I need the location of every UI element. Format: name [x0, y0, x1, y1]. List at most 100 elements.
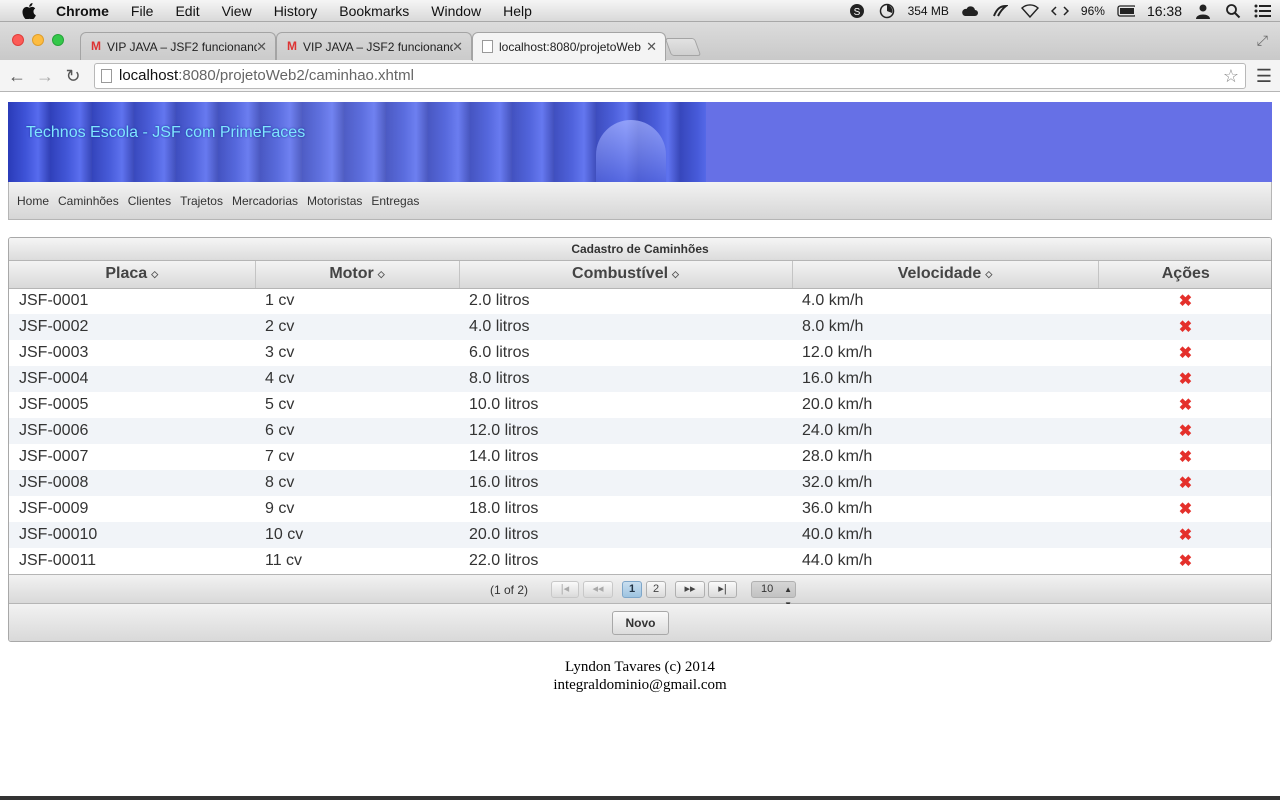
prev-page-button[interactable]: ◂◂	[583, 581, 613, 598]
column-header-placa[interactable]: Placa ◇	[9, 261, 256, 289]
sort-icon[interactable]: ◇	[985, 269, 992, 279]
nav-clientes[interactable]: Clientes	[128, 194, 171, 208]
menu-app-name[interactable]: Chrome	[56, 3, 109, 19]
macos-menu-bar: Chrome File Edit View History Bookmarks …	[0, 0, 1280, 22]
menu-bookmarks[interactable]: Bookmarks	[339, 3, 409, 19]
column-header-combustivel[interactable]: Combustível ◇	[459, 261, 793, 289]
delete-icon[interactable]: ✖	[1098, 288, 1271, 314]
delete-icon[interactable]: ✖	[1098, 496, 1271, 522]
delete-icon[interactable]: ✖	[1098, 392, 1271, 418]
cell-combustivel: 16.0 litros	[459, 470, 792, 496]
back-arrow-icon[interactable]: ←	[6, 65, 28, 87]
menu-history[interactable]: History	[274, 3, 318, 19]
column-header-velocidade[interactable]: Velocidade ◇	[792, 261, 1099, 289]
table-row[interactable]: JSF-0008 8 cv 16.0 litros 32.0 km/h ✖	[9, 470, 1271, 496]
cell-placa: JSF-00011	[9, 548, 255, 574]
table-row[interactable]: JSF-0001 1 cv 2.0 litros 4.0 km/h ✖	[9, 288, 1271, 314]
delete-icon[interactable]: ✖	[1098, 548, 1271, 574]
bookmark-star-icon[interactable]: ☆	[1223, 64, 1239, 88]
column-label: Velocidade	[897, 265, 982, 283]
delete-icon[interactable]: ✖	[1098, 418, 1271, 444]
clock[interactable]: 16:38	[1147, 3, 1182, 19]
tab-close-icon[interactable]: ✕	[646, 39, 657, 55]
delete-icon[interactable]: ✖	[1098, 444, 1271, 470]
menu-window[interactable]: Window	[431, 3, 481, 19]
user-icon[interactable]	[1194, 3, 1212, 19]
table-row[interactable]: JSF-0004 4 cv 8.0 litros 16.0 km/h ✖	[9, 366, 1271, 392]
next-page-button[interactable]: ▸▸	[675, 581, 705, 598]
menu-view[interactable]: View	[222, 3, 252, 19]
forward-arrow-icon[interactable]: →	[34, 65, 56, 87]
new-button[interactable]: Novo	[612, 611, 669, 635]
delete-icon[interactable]: ✖	[1098, 314, 1271, 340]
menu-edit[interactable]: Edit	[175, 3, 199, 19]
nav-trajetos[interactable]: Trajetos	[180, 194, 223, 208]
first-page-button[interactable]: |◂	[551, 581, 579, 598]
tab-close-icon[interactable]: ✕	[256, 39, 267, 55]
column-header-motor[interactable]: Motor ◇	[255, 261, 460, 289]
rows-per-page-select[interactable]: 10 ▲▼	[751, 581, 796, 609]
notification-center-icon[interactable]	[1254, 3, 1272, 19]
page-footer: Lyndon Tavares (c) 2014 integraldominio@…	[0, 658, 1280, 694]
cell-placa: JSF-0007	[9, 444, 255, 470]
delete-icon[interactable]: ✖	[1098, 366, 1271, 392]
table-row[interactable]: JSF-0009 9 cv 18.0 litros 36.0 km/h ✖	[9, 496, 1271, 522]
cell-motor: 9 cv	[255, 496, 459, 522]
table-row[interactable]: JSF-0006 6 cv 12.0 litros 24.0 km/h ✖	[9, 418, 1271, 444]
cell-velocidade: 36.0 km/h	[792, 496, 1098, 522]
cell-velocidade: 16.0 km/h	[792, 366, 1098, 392]
nav-entregas[interactable]: Entregas	[371, 194, 419, 208]
last-page-button[interactable]: ▸|	[708, 581, 737, 598]
delete-icon[interactable]: ✖	[1098, 340, 1271, 366]
table-row[interactable]: JSF-0003 3 cv 6.0 litros 12.0 km/h ✖	[9, 340, 1271, 366]
table-row[interactable]: JSF-0005 5 cv 10.0 litros 20.0 km/h ✖	[9, 392, 1271, 418]
page-button-2[interactable]: 2	[646, 581, 666, 598]
reload-icon[interactable]: ↻	[62, 65, 84, 87]
browser-tab-1[interactable]: M VIP JAVA – JSF2 funcionand ✕	[80, 32, 276, 60]
cell-placa: JSF-0003	[9, 340, 255, 366]
apple-menu-icon[interactable]	[18, 2, 40, 20]
nav-caminhoes[interactable]: Caminhões	[58, 194, 119, 208]
browser-tab-active[interactable]: localhost:8080/projetoWeb ✕	[472, 32, 666, 61]
sort-icon[interactable]: ◇	[151, 269, 158, 279]
pen-tool-icon[interactable]	[991, 3, 1009, 19]
nav-home[interactable]: Home	[17, 194, 49, 208]
cell-placa: JSF-0009	[9, 496, 255, 522]
sort-icon[interactable]: ◇	[672, 269, 679, 279]
nav-mercadorias[interactable]: Mercadorias	[232, 194, 298, 208]
nav-motoristas[interactable]: Motoristas	[307, 194, 362, 208]
table-row[interactable]: JSF-00011 11 cv 22.0 litros 44.0 km/h ✖	[9, 548, 1271, 574]
cell-motor: 5 cv	[255, 392, 459, 418]
table-row[interactable]: JSF-0007 7 cv 14.0 litros 28.0 km/h ✖	[9, 444, 1271, 470]
page-info: (1 of 2)	[490, 583, 529, 597]
delete-icon[interactable]: ✖	[1098, 470, 1271, 496]
cell-velocidade: 4.0 km/h	[792, 288, 1098, 314]
battery-icon[interactable]	[1117, 3, 1135, 19]
delete-icon[interactable]: ✖	[1098, 522, 1271, 548]
footer-email: integraldominio@gmail.com	[553, 677, 727, 693]
address-bar[interactable]: localhost:8080/projetoWeb2/caminhao.xhtm…	[94, 63, 1246, 89]
chrome-menu-icon[interactable]: ☰	[1256, 66, 1272, 87]
battery-percent: 96%	[1080, 4, 1105, 18]
browser-tab-2[interactable]: M VIP JAVA – JSF2 funcionand ✕	[276, 32, 472, 60]
table-row[interactable]: JSF-00010 10 cv 20.0 litros 40.0 km/h ✖	[9, 522, 1271, 548]
close-window-button[interactable]	[12, 34, 24, 46]
tab-close-icon[interactable]: ✕	[452, 39, 463, 55]
minimize-window-button[interactable]	[32, 34, 44, 46]
code-brackets-icon[interactable]	[1050, 3, 1069, 19]
memory-monitor-icon[interactable]	[878, 3, 896, 19]
wifi-icon[interactable]	[1020, 3, 1039, 19]
table-row[interactable]: JSF-0002 2 cv 4.0 litros 8.0 km/h ✖	[9, 314, 1271, 340]
cell-motor: 1 cv	[255, 288, 459, 314]
spotlight-search-icon[interactable]	[1224, 3, 1242, 19]
zoom-window-button[interactable]	[52, 34, 64, 46]
menu-help[interactable]: Help	[503, 3, 532, 19]
skype-icon[interactable]: S	[848, 3, 866, 19]
menu-file[interactable]: File	[131, 3, 154, 19]
new-tab-button[interactable]	[664, 38, 702, 56]
page-button-1[interactable]: 1	[622, 581, 642, 598]
page-icon	[482, 40, 493, 53]
cloud-icon[interactable]	[961, 3, 979, 19]
sort-icon[interactable]: ◇	[378, 269, 385, 279]
fullscreen-icon[interactable]: ⤢	[1257, 32, 1268, 49]
